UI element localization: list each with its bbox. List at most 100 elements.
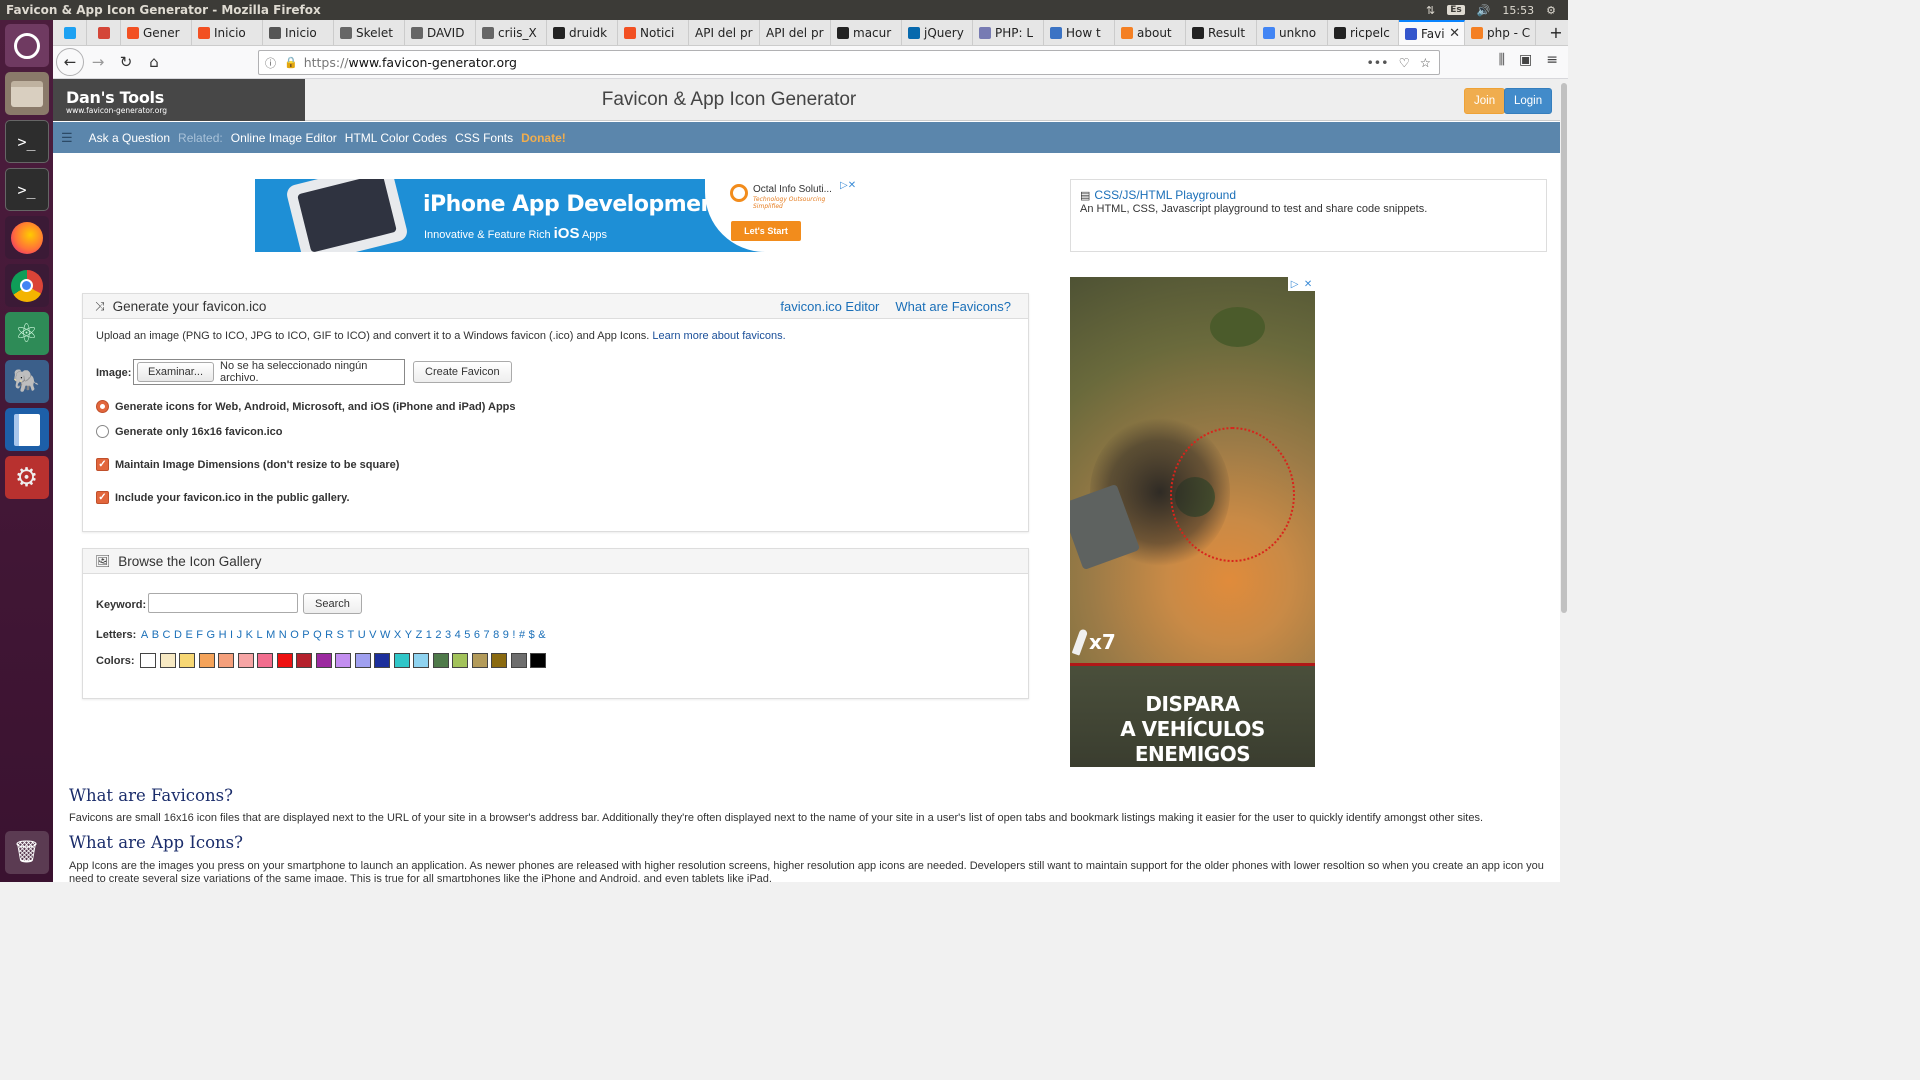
option-public-gallery[interactable]: ✓ Include your favicon.ico in the public…	[96, 491, 350, 504]
browser-tab[interactable]: druidk	[547, 20, 618, 45]
create-favicon-button[interactable]: Create Favicon	[413, 361, 512, 383]
radio-all-icons[interactable]	[96, 400, 109, 413]
color-swatch[interactable]	[471, 653, 488, 668]
color-swatch[interactable]	[413, 653, 429, 668]
close-tab-icon[interactable]: ✕	[1449, 26, 1460, 41]
join-button[interactable]: Join	[1464, 88, 1506, 114]
color-swatch[interactable]	[296, 653, 312, 668]
letter-link[interactable]: #	[519, 629, 525, 641]
checkbox-maintain-dimensions[interactable]: ✓	[96, 458, 109, 471]
padlock-icon[interactable]: 🔒	[284, 56, 298, 69]
page-actions-icon[interactable]: •••	[1366, 55, 1388, 70]
letter-link[interactable]: T	[347, 629, 354, 641]
ad-banner-tank-game[interactable]: ▷ ✕ x7 DISPARA A VEHÍCULOS ENEMIGOS	[1070, 277, 1315, 767]
letter-link[interactable]: G	[207, 629, 216, 641]
browser-tab[interactable]: Result	[1186, 20, 1257, 45]
letter-link[interactable]: V	[369, 629, 376, 641]
terminal-icon[interactable]: >_	[4, 120, 49, 163]
browser-tab[interactable]	[87, 20, 121, 45]
letter-link[interactable]: C	[163, 629, 171, 641]
letter-link[interactable]: N	[279, 629, 287, 641]
color-swatch[interactable]	[374, 653, 390, 668]
letter-link[interactable]: L	[256, 629, 262, 641]
keyword-input[interactable]	[148, 593, 298, 613]
browser-tab[interactable]: API del pr	[760, 20, 831, 45]
color-swatch[interactable]	[510, 653, 527, 668]
letter-link[interactable]: P	[302, 629, 309, 641]
color-swatch[interactable]	[198, 653, 215, 668]
ubuntu-dash-icon[interactable]	[4, 24, 49, 67]
browser-tab[interactable]: Favi ✕	[1399, 20, 1465, 45]
browser-tab[interactable]: Gener	[121, 20, 192, 45]
letter-link[interactable]: 9	[503, 629, 509, 641]
letter-link[interactable]: U	[358, 629, 366, 641]
browse-button[interactable]: Examinar...	[137, 362, 215, 382]
color-swatch[interactable]	[530, 653, 546, 668]
color-swatch[interactable]	[315, 653, 332, 668]
search-button[interactable]: Search	[303, 593, 362, 614]
learn-more-link[interactable]: Learn more about favicons.	[652, 330, 785, 342]
browser-tab[interactable]: ricpelc	[1328, 20, 1399, 45]
color-swatch[interactable]	[140, 653, 156, 668]
what-are-favicons-link[interactable]: What are Favicons?	[895, 299, 1011, 314]
color-swatch[interactable]	[354, 653, 371, 668]
letter-link[interactable]: Y	[405, 629, 412, 641]
pocket-icon[interactable]: ♡	[1399, 55, 1410, 70]
browser-tab[interactable]: jQuery	[902, 20, 973, 45]
browser-tab[interactable]	[53, 20, 87, 45]
browser-tab[interactable]: Skelet	[334, 20, 405, 45]
letter-link[interactable]: I	[230, 629, 233, 641]
online-image-editor-link[interactable]: Online Image Editor	[231, 131, 337, 145]
letter-link[interactable]: 8	[493, 629, 499, 641]
browser-tab[interactable]: PHP: L	[973, 20, 1044, 45]
home-icon[interactable]: ⌂	[140, 48, 168, 76]
color-swatch[interactable]	[335, 653, 351, 668]
color-swatch[interactable]	[432, 653, 449, 668]
browser-tab[interactable]: macur	[831, 20, 902, 45]
color-swatch[interactable]	[237, 653, 254, 668]
color-swatch[interactable]	[393, 653, 410, 668]
letter-link[interactable]: 1	[426, 629, 432, 641]
letter-link[interactable]: Z	[416, 629, 423, 641]
letter-link[interactable]: 6	[474, 629, 480, 641]
option-16x16-only[interactable]: Generate only 16x16 favicon.ico	[96, 425, 283, 438]
letter-link[interactable]: A	[141, 629, 148, 641]
letter-link[interactable]: F	[196, 629, 203, 641]
playground-link[interactable]: CSS/JS/HTML Playground	[1094, 188, 1236, 202]
bookmark-star-icon[interactable]: ☆	[1420, 55, 1431, 70]
network-icon[interactable]: ⇅	[1426, 4, 1435, 17]
letter-link[interactable]: D	[174, 629, 182, 641]
back-arrow-icon[interactable]: ←	[56, 48, 84, 76]
option-all-icons[interactable]: Generate icons for Web, Android, Microso…	[96, 400, 516, 413]
letter-link[interactable]: O	[290, 629, 299, 641]
color-swatch[interactable]	[257, 653, 273, 668]
letter-link[interactable]: H	[219, 629, 227, 641]
login-button[interactable]: Login	[1504, 88, 1553, 114]
color-swatch[interactable]	[218, 653, 234, 668]
option-maintain-dimensions[interactable]: ✓ Maintain Image Dimensions (don't resiz…	[96, 458, 399, 471]
letter-link[interactable]: $	[529, 629, 535, 641]
letter-link[interactable]: 2	[435, 629, 441, 641]
file-input[interactable]: Examinar... No se ha seleccionado ningún…	[133, 359, 405, 385]
trash-icon[interactable]: 🗑	[4, 831, 49, 874]
browser-tab[interactable]: DAVID	[405, 20, 476, 45]
chrome-icon[interactable]	[4, 264, 49, 307]
radio-16x16-only[interactable]	[96, 425, 109, 438]
page-info-icon[interactable]: ⓘ	[265, 55, 276, 71]
css-fonts-link[interactable]: CSS Fonts	[455, 131, 513, 145]
terminal-icon-2[interactable]: >_	[4, 168, 49, 211]
letter-link[interactable]: K	[246, 629, 253, 641]
color-swatch[interactable]	[452, 653, 468, 668]
donate-link[interactable]: Donate!	[521, 131, 566, 145]
letter-link[interactable]: !	[512, 629, 515, 641]
letter-link[interactable]: J	[237, 629, 243, 641]
letter-link[interactable]: 5	[464, 629, 470, 641]
ad-choices-icon[interactable]: ▷✕	[840, 180, 856, 191]
libreoffice-writer-icon[interactable]	[4, 408, 49, 451]
checkbox-public-gallery[interactable]: ✓	[96, 491, 109, 504]
volume-icon[interactable]: 🔊	[1477, 4, 1491, 17]
browser-tab[interactable]: unkno	[1257, 20, 1328, 45]
browser-tab[interactable]: API del pr	[689, 20, 760, 45]
firefox-icon[interactable]	[4, 216, 49, 259]
files-icon[interactable]	[4, 72, 49, 115]
